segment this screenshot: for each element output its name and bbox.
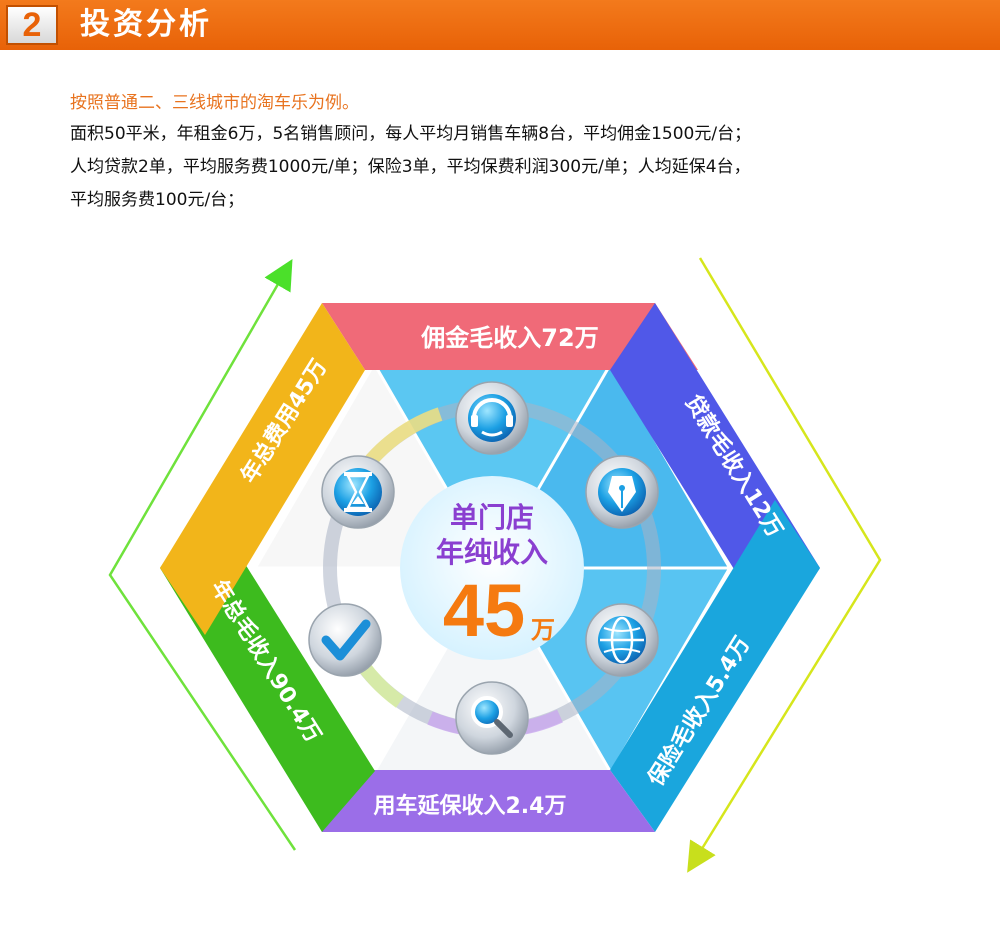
checkmark-icon — [308, 603, 382, 677]
headset-icon — [455, 381, 529, 455]
globe-icon — [585, 603, 659, 677]
center-title-line2: 年纯收入 — [436, 536, 548, 569]
hourglass-icon — [321, 455, 395, 529]
pen-nib-icon — [585, 455, 659, 529]
label-warranty: 用车延保收入2.4万 — [374, 793, 567, 819]
center-value: 45 — [443, 569, 525, 652]
center-title-line1: 单门店 — [450, 501, 534, 534]
center-unit: 万 — [531, 616, 555, 644]
magnifier-icon — [455, 681, 529, 755]
revenue-hexagon-diagram: 佣金毛收入72万 贷款毛收入12万 保险毛收入5.4万 用车延保收入2.4万 年… — [108, 257, 882, 873]
label-commission: 佣金毛收入72万 — [420, 324, 598, 352]
